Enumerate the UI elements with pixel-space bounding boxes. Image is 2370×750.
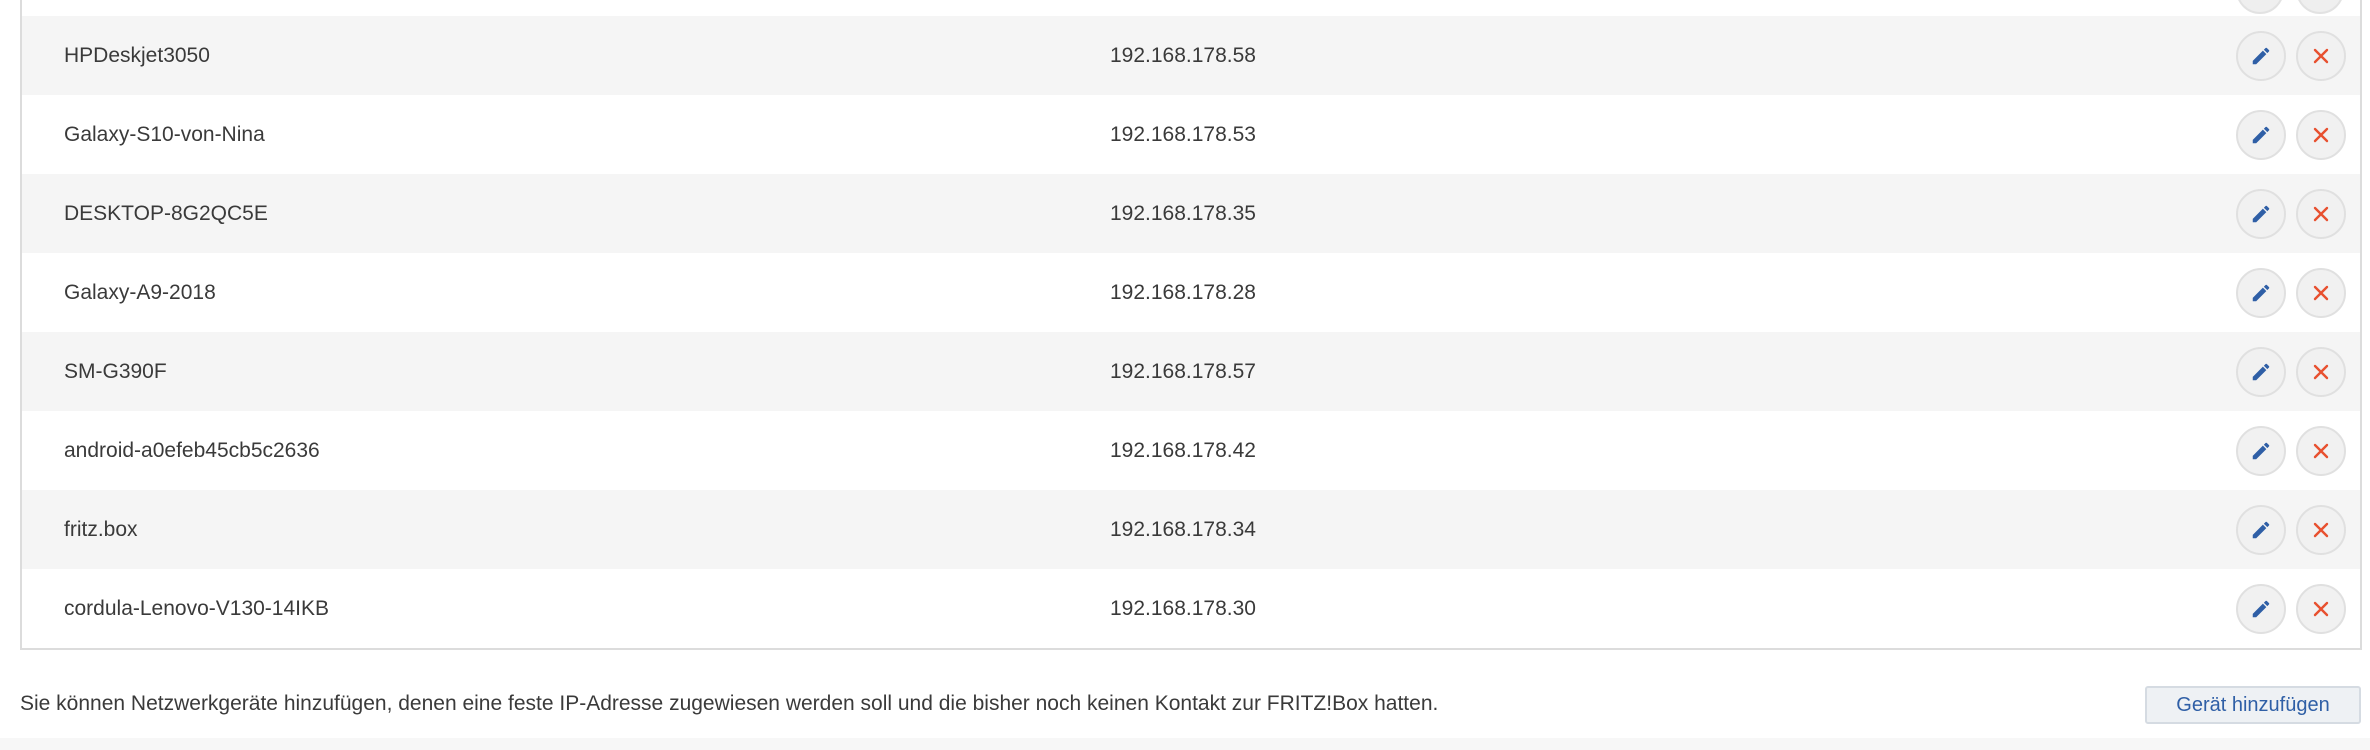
table-row: fritz.box 192.168.178.34	[22, 490, 2360, 569]
table-body: HPDeskjet3050 192.168.178.58 Galaxy-S10-vo…	[22, 16, 2360, 648]
table-row: HPDeskjet3050 192.168.178.58	[22, 16, 2360, 95]
table-row: DESKTOP-8G2QC5E 192.168.178.35	[22, 174, 2360, 253]
edit-button[interactable]	[2236, 188, 2286, 239]
device-ip: 192.168.178.42	[1110, 438, 1256, 462]
device-name: cordula-Lenovo-V130-14IKB	[64, 596, 330, 620]
delete-button[interactable]	[2296, 583, 2346, 634]
close-icon	[2313, 443, 2329, 458]
close-icon	[2313, 364, 2329, 379]
info-text: Sie können Netzwerkgeräte hinzufügen, de…	[20, 692, 1439, 715]
device-ip: 192.168.178.53	[1110, 122, 1256, 146]
pencil-icon	[2252, 521, 2270, 538]
pencil-icon	[2252, 47, 2270, 64]
edit-button[interactable]	[2236, 30, 2286, 81]
row-actions	[2236, 583, 2346, 634]
row-actions	[2236, 109, 2346, 160]
row-actions	[2236, 346, 2346, 397]
edit-button[interactable]	[2236, 346, 2286, 397]
delete-button[interactable]	[2296, 30, 2346, 81]
close-icon	[2313, 285, 2329, 300]
device-ip: 192.168.178.57	[1110, 359, 1256, 383]
row-actions	[2236, 504, 2346, 555]
device-name: SM-G390F	[64, 359, 167, 383]
close-icon	[2313, 48, 2329, 63]
device-table: HPDeskjet3050 192.168.178.58 Galaxy-S10-vo…	[20, 0, 2362, 650]
device-name: Galaxy-A9-2018	[64, 280, 216, 304]
table-top-cutoff	[22, 0, 2360, 16]
device-name: Galaxy-S10-von-Nina	[64, 122, 265, 146]
close-icon	[2313, 206, 2329, 221]
edit-button[interactable]	[2236, 583, 2286, 634]
edit-button[interactable]	[2236, 109, 2286, 160]
delete-button[interactable]	[2296, 425, 2346, 476]
close-icon	[2313, 601, 2329, 616]
device-ip: 192.168.178.35	[1110, 201, 1256, 225]
pencil-icon	[2252, 600, 2270, 617]
pencil-icon	[2252, 126, 2270, 143]
row-actions	[2236, 30, 2346, 81]
close-icon	[2313, 522, 2329, 537]
row-actions	[2236, 188, 2346, 239]
delete-button-partial[interactable]	[2296, 0, 2344, 14]
device-ip: 192.168.178.28	[1110, 280, 1256, 304]
delete-button[interactable]	[2296, 504, 2346, 555]
table-row: Galaxy-S10-von-Nina 192.168.178.53	[22, 95, 2360, 174]
device-ip: 192.168.178.58	[1110, 43, 1256, 67]
edit-button[interactable]	[2236, 425, 2286, 476]
delete-button[interactable]	[2296, 109, 2346, 160]
edit-button[interactable]	[2236, 504, 2286, 555]
delete-button[interactable]	[2296, 188, 2346, 239]
row-actions	[2236, 267, 2346, 318]
delete-button[interactable]	[2296, 267, 2346, 318]
table-row: SM-G390F 192.168.178.57	[22, 332, 2360, 411]
device-name: fritz.box	[64, 517, 138, 541]
pencil-icon	[2252, 284, 2270, 301]
device-ip: 192.168.178.34	[1110, 517, 1256, 541]
bottom-divider	[0, 738, 2370, 750]
table-row: Galaxy-A9-2018 192.168.178.28	[22, 253, 2360, 332]
close-icon	[2313, 127, 2329, 142]
pencil-icon	[2252, 205, 2270, 222]
row-actions	[2236, 425, 2346, 476]
pencil-icon	[2252, 442, 2270, 459]
delete-button[interactable]	[2296, 346, 2346, 397]
table-row: cordula-Lenovo-V130-14IKB 192.168.178.30	[22, 569, 2360, 648]
add-device-button[interactable]: Gerät hinzufügen	[2145, 686, 2361, 724]
device-name: DESKTOP-8G2QC5E	[64, 201, 268, 225]
edit-button[interactable]	[2236, 267, 2286, 318]
edit-button-partial[interactable]	[2236, 0, 2284, 14]
device-name: HPDeskjet3050	[64, 43, 210, 67]
pencil-icon	[2252, 363, 2270, 380]
device-ip: 192.168.178.30	[1110, 596, 1256, 620]
table-row: android-a0efeb45cb5c2636 192.168.178.42	[22, 411, 2360, 490]
device-name: android-a0efeb45cb5c2636	[64, 438, 320, 462]
